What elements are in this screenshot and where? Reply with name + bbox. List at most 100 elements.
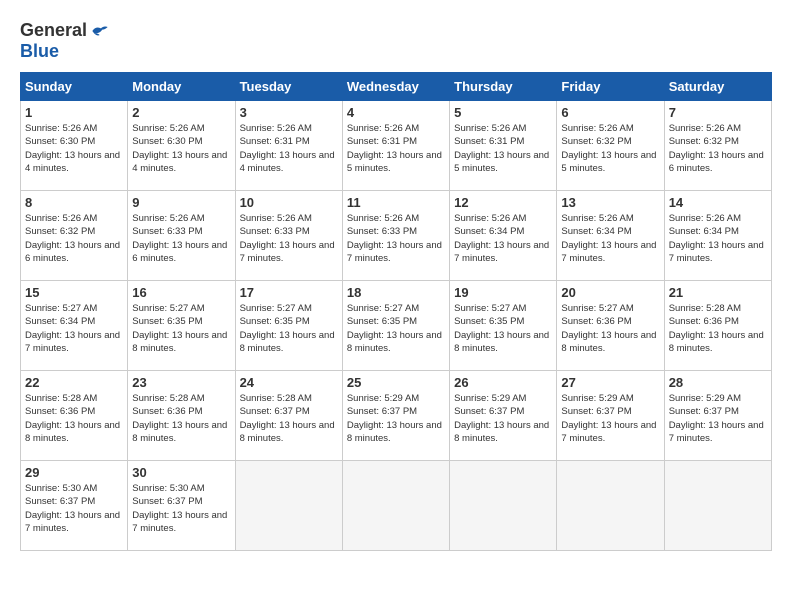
day-number: 25 [347, 375, 445, 390]
day-cell-26: 26 Sunrise: 5:29 AM Sunset: 6:37 PM Dayl… [450, 371, 557, 461]
day-cell-19: 19 Sunrise: 5:27 AM Sunset: 6:35 PM Dayl… [450, 281, 557, 371]
logo: General Blue [20, 20, 109, 62]
day-info: Sunrise: 5:27 AM Sunset: 6:36 PM Dayligh… [561, 302, 659, 355]
day-number: 28 [669, 375, 767, 390]
day-cell-21: 21 Sunrise: 5:28 AM Sunset: 6:36 PM Dayl… [664, 281, 771, 371]
day-cell-3: 3 Sunrise: 5:26 AM Sunset: 6:31 PM Dayli… [235, 101, 342, 191]
day-info: Sunrise: 5:30 AM Sunset: 6:37 PM Dayligh… [25, 482, 123, 535]
day-cell-18: 18 Sunrise: 5:27 AM Sunset: 6:35 PM Dayl… [342, 281, 449, 371]
day-info: Sunrise: 5:27 AM Sunset: 6:35 PM Dayligh… [240, 302, 338, 355]
day-number: 22 [25, 375, 123, 390]
day-cell-10: 10 Sunrise: 5:26 AM Sunset: 6:33 PM Dayl… [235, 191, 342, 281]
day-number: 3 [240, 105, 338, 120]
day-cell-15: 15 Sunrise: 5:27 AM Sunset: 6:34 PM Dayl… [21, 281, 128, 371]
day-cell-12: 12 Sunrise: 5:26 AM Sunset: 6:34 PM Dayl… [450, 191, 557, 281]
day-number: 14 [669, 195, 767, 210]
day-info: Sunrise: 5:26 AM Sunset: 6:33 PM Dayligh… [347, 212, 445, 265]
day-number: 2 [132, 105, 230, 120]
day-cell-28: 28 Sunrise: 5:29 AM Sunset: 6:37 PM Dayl… [664, 371, 771, 461]
day-info: Sunrise: 5:29 AM Sunset: 6:37 PM Dayligh… [347, 392, 445, 445]
day-info: Sunrise: 5:26 AM Sunset: 6:31 PM Dayligh… [454, 122, 552, 175]
day-number: 17 [240, 285, 338, 300]
day-info: Sunrise: 5:27 AM Sunset: 6:34 PM Dayligh… [25, 302, 123, 355]
logo-blue-text: Blue [20, 41, 59, 62]
day-number: 27 [561, 375, 659, 390]
weekday-header-saturday: Saturday [664, 73, 771, 101]
day-info: Sunrise: 5:29 AM Sunset: 6:37 PM Dayligh… [669, 392, 767, 445]
day-number: 23 [132, 375, 230, 390]
day-cell-27: 27 Sunrise: 5:29 AM Sunset: 6:37 PM Dayl… [557, 371, 664, 461]
day-cell-29: 29 Sunrise: 5:30 AM Sunset: 6:37 PM Dayl… [21, 461, 128, 551]
day-cell-6: 6 Sunrise: 5:26 AM Sunset: 6:32 PM Dayli… [557, 101, 664, 191]
day-info: Sunrise: 5:26 AM Sunset: 6:32 PM Dayligh… [561, 122, 659, 175]
empty-cell [557, 461, 664, 551]
day-cell-1: 1 Sunrise: 5:26 AM Sunset: 6:30 PM Dayli… [21, 101, 128, 191]
day-info: Sunrise: 5:26 AM Sunset: 6:30 PM Dayligh… [132, 122, 230, 175]
day-number: 18 [347, 285, 445, 300]
day-info: Sunrise: 5:29 AM Sunset: 6:37 PM Dayligh… [561, 392, 659, 445]
day-cell-23: 23 Sunrise: 5:28 AM Sunset: 6:36 PM Dayl… [128, 371, 235, 461]
logo-bird-icon [89, 21, 109, 41]
calendar-week-row: 22 Sunrise: 5:28 AM Sunset: 6:36 PM Dayl… [21, 371, 772, 461]
day-info: Sunrise: 5:26 AM Sunset: 6:34 PM Dayligh… [561, 212, 659, 265]
empty-cell [664, 461, 771, 551]
day-cell-7: 7 Sunrise: 5:26 AM Sunset: 6:32 PM Dayli… [664, 101, 771, 191]
day-cell-17: 17 Sunrise: 5:27 AM Sunset: 6:35 PM Dayl… [235, 281, 342, 371]
day-number: 16 [132, 285, 230, 300]
day-info: Sunrise: 5:26 AM Sunset: 6:34 PM Dayligh… [669, 212, 767, 265]
day-number: 26 [454, 375, 552, 390]
empty-cell [342, 461, 449, 551]
calendar-week-row: 1 Sunrise: 5:26 AM Sunset: 6:30 PM Dayli… [21, 101, 772, 191]
weekday-header-wednesday: Wednesday [342, 73, 449, 101]
day-number: 9 [132, 195, 230, 210]
calendar-week-row: 29 Sunrise: 5:30 AM Sunset: 6:37 PM Dayl… [21, 461, 772, 551]
day-info: Sunrise: 5:28 AM Sunset: 6:36 PM Dayligh… [132, 392, 230, 445]
day-cell-13: 13 Sunrise: 5:26 AM Sunset: 6:34 PM Dayl… [557, 191, 664, 281]
day-cell-30: 30 Sunrise: 5:30 AM Sunset: 6:37 PM Dayl… [128, 461, 235, 551]
day-info: Sunrise: 5:27 AM Sunset: 6:35 PM Dayligh… [454, 302, 552, 355]
day-cell-4: 4 Sunrise: 5:26 AM Sunset: 6:31 PM Dayli… [342, 101, 449, 191]
day-number: 1 [25, 105, 123, 120]
day-cell-9: 9 Sunrise: 5:26 AM Sunset: 6:33 PM Dayli… [128, 191, 235, 281]
day-cell-11: 11 Sunrise: 5:26 AM Sunset: 6:33 PM Dayl… [342, 191, 449, 281]
logo-general-text: General [20, 20, 87, 41]
day-number: 24 [240, 375, 338, 390]
day-cell-25: 25 Sunrise: 5:29 AM Sunset: 6:37 PM Dayl… [342, 371, 449, 461]
day-number: 21 [669, 285, 767, 300]
day-cell-22: 22 Sunrise: 5:28 AM Sunset: 6:36 PM Dayl… [21, 371, 128, 461]
day-number: 13 [561, 195, 659, 210]
day-info: Sunrise: 5:26 AM Sunset: 6:32 PM Dayligh… [669, 122, 767, 175]
day-info: Sunrise: 5:28 AM Sunset: 6:36 PM Dayligh… [669, 302, 767, 355]
empty-cell [235, 461, 342, 551]
weekday-header-thursday: Thursday [450, 73, 557, 101]
day-cell-5: 5 Sunrise: 5:26 AM Sunset: 6:31 PM Dayli… [450, 101, 557, 191]
day-number: 6 [561, 105, 659, 120]
day-info: Sunrise: 5:27 AM Sunset: 6:35 PM Dayligh… [132, 302, 230, 355]
day-number: 12 [454, 195, 552, 210]
day-cell-16: 16 Sunrise: 5:27 AM Sunset: 6:35 PM Dayl… [128, 281, 235, 371]
header: General Blue [20, 20, 772, 62]
day-info: Sunrise: 5:26 AM Sunset: 6:30 PM Dayligh… [25, 122, 123, 175]
weekday-header-monday: Monday [128, 73, 235, 101]
day-cell-2: 2 Sunrise: 5:26 AM Sunset: 6:30 PM Dayli… [128, 101, 235, 191]
weekday-header-sunday: Sunday [21, 73, 128, 101]
day-info: Sunrise: 5:26 AM Sunset: 6:31 PM Dayligh… [347, 122, 445, 175]
day-number: 11 [347, 195, 445, 210]
weekday-header-friday: Friday [557, 73, 664, 101]
weekday-header-tuesday: Tuesday [235, 73, 342, 101]
day-info: Sunrise: 5:29 AM Sunset: 6:37 PM Dayligh… [454, 392, 552, 445]
day-number: 29 [25, 465, 123, 480]
day-number: 20 [561, 285, 659, 300]
day-info: Sunrise: 5:26 AM Sunset: 6:31 PM Dayligh… [240, 122, 338, 175]
day-cell-14: 14 Sunrise: 5:26 AM Sunset: 6:34 PM Dayl… [664, 191, 771, 281]
day-number: 30 [132, 465, 230, 480]
day-cell-24: 24 Sunrise: 5:28 AM Sunset: 6:37 PM Dayl… [235, 371, 342, 461]
day-number: 5 [454, 105, 552, 120]
day-info: Sunrise: 5:26 AM Sunset: 6:34 PM Dayligh… [454, 212, 552, 265]
day-info: Sunrise: 5:27 AM Sunset: 6:35 PM Dayligh… [347, 302, 445, 355]
day-number: 19 [454, 285, 552, 300]
empty-cell [450, 461, 557, 551]
day-number: 4 [347, 105, 445, 120]
day-number: 10 [240, 195, 338, 210]
day-info: Sunrise: 5:28 AM Sunset: 6:37 PM Dayligh… [240, 392, 338, 445]
